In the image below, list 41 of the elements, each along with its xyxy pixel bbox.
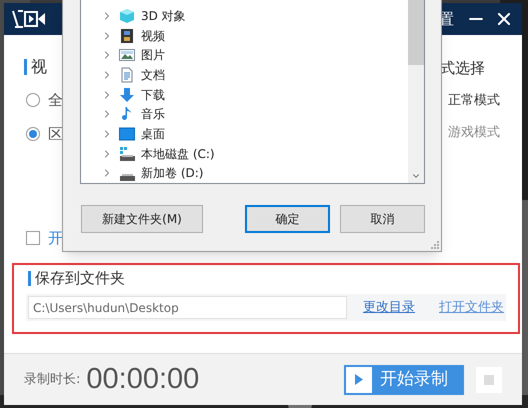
section-marker bbox=[28, 270, 31, 286]
document-icon bbox=[119, 66, 135, 83]
duration-label: 录制时长: bbox=[24, 370, 80, 389]
desktop-icon bbox=[119, 126, 135, 142]
tree-item[interactable]: 视频 bbox=[81, 26, 408, 46]
dialog-button[interactable]: 新建文件夹(M) bbox=[81, 205, 203, 233]
scrollbar[interactable] bbox=[408, 0, 424, 183]
checkbox[interactable] bbox=[26, 231, 40, 246]
tree-item[interactable]: 桌面 bbox=[81, 124, 408, 144]
duration-timer: 00:00:00 bbox=[86, 362, 200, 397]
tree-item[interactable]: 下载 bbox=[81, 84, 408, 104]
mode-option[interactable]: 正常模式 bbox=[448, 91, 500, 110]
section-title: 保存到文件夹 bbox=[35, 268, 125, 289]
tree-item[interactable]: 本地磁盘 (C:) bbox=[81, 144, 408, 164]
cube-icon bbox=[119, 8, 135, 24]
radio-button[interactable] bbox=[26, 126, 40, 141]
image-icon bbox=[119, 47, 135, 64]
section-marker bbox=[24, 59, 27, 75]
tree-item[interactable]: 新加卷 (D:) bbox=[81, 163, 408, 184]
play-icon bbox=[355, 374, 363, 385]
radio-label: 区 bbox=[48, 124, 63, 144]
dialog-button[interactable]: 取消 bbox=[340, 205, 425, 233]
system-drive-icon bbox=[119, 146, 135, 162]
film-icon bbox=[119, 28, 135, 44]
download-arrow-icon bbox=[119, 86, 135, 103]
tree-item[interactable]: 音乐 bbox=[81, 104, 408, 124]
tree-item[interactable]: 文档 bbox=[81, 65, 408, 85]
drive-icon bbox=[119, 174, 135, 181]
stop-icon bbox=[484, 374, 494, 384]
path-field[interactable]: C:\Users\hudun\Desktop bbox=[28, 296, 347, 319]
tree-item[interactable]: 3D 对象 bbox=[81, 6, 408, 26]
change-directory-link[interactable]: 更改目录 bbox=[363, 298, 415, 318]
tree-item[interactable]: 图片 bbox=[81, 45, 408, 66]
dialog-button[interactable]: 确定 bbox=[245, 205, 330, 233]
radio-button[interactable] bbox=[26, 93, 40, 108]
section-title: 视 bbox=[31, 56, 47, 78]
resize-grip-icon bbox=[431, 241, 439, 249]
video-camera-logo-icon bbox=[12, 9, 46, 29]
mode-option[interactable]: 游戏模式 bbox=[448, 122, 500, 142]
radio-label: 全 bbox=[48, 90, 63, 111]
checkbox-label: 开 bbox=[48, 228, 63, 249]
